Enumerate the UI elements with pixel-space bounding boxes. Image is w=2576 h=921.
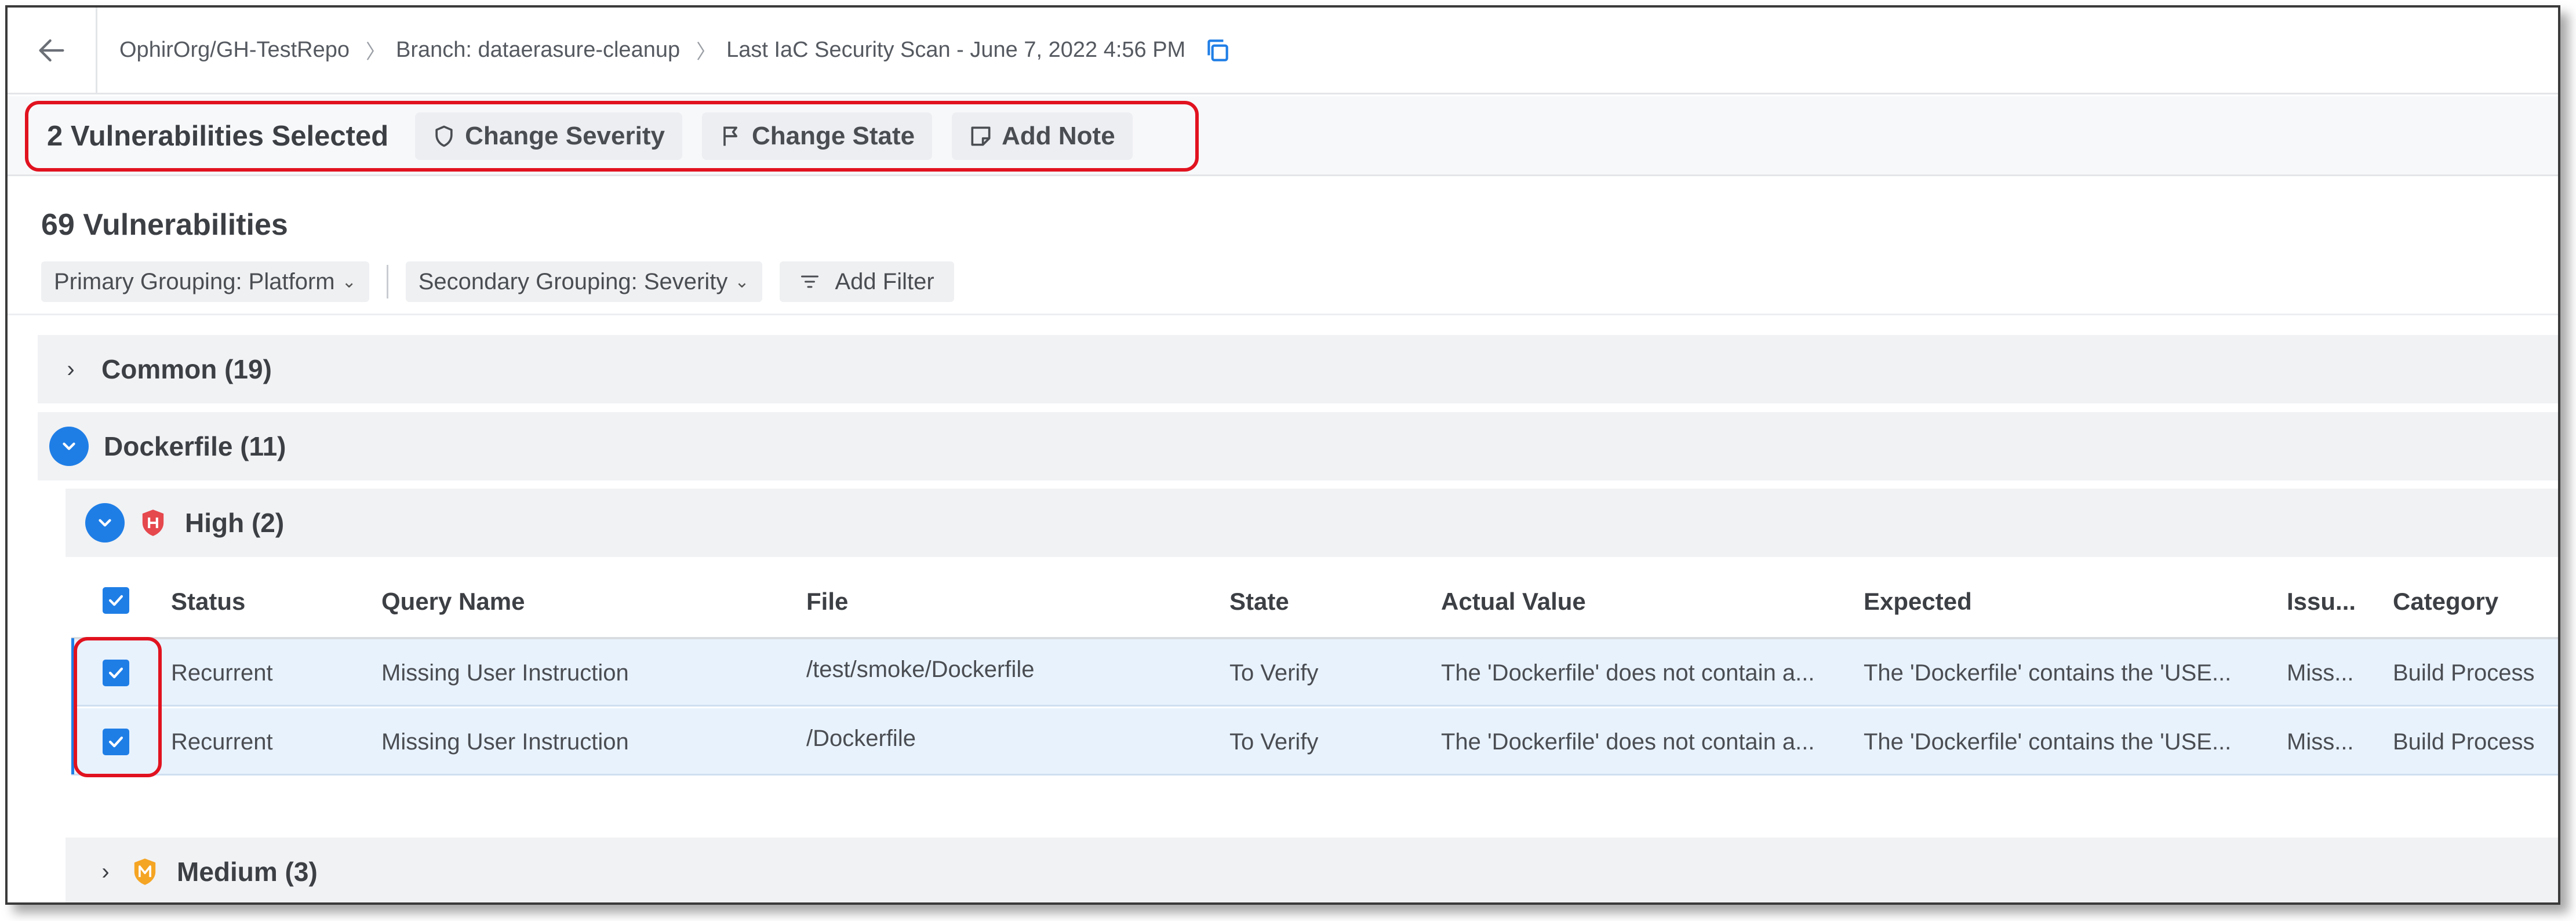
high-severity-icon [142, 509, 164, 536]
group-row-common[interactable]: › Common (19) [38, 335, 2558, 403]
table-row[interactable]: Recurrent Missing User Instruction /test… [71, 639, 2558, 707]
back-button[interactable] [8, 8, 97, 94]
filter-divider [386, 265, 388, 298]
chevron-down-icon [99, 519, 111, 527]
checkbox-highlight [74, 637, 162, 777]
column-header[interactable]: State [1229, 588, 1289, 616]
primary-grouping-label: Primary Grouping: Platform [54, 268, 335, 294]
column-header[interactable]: Issu... [2287, 588, 2356, 616]
filter-bar: Primary Grouping: Platform ⌄ Secondary G… [41, 261, 954, 302]
add-note-label: Add Note [1002, 122, 1115, 150]
change-state-label: Change State [751, 122, 915, 150]
primary-grouping-dropdown[interactable]: Primary Grouping: Platform ⌄ [41, 261, 369, 302]
collapse-button[interactable] [85, 503, 125, 543]
group-label-common: Common (19) [101, 354, 272, 384]
selection-toolbar-highlight: 2 Vulnerabilities Selected Change Severi… [25, 101, 1199, 172]
cell-category: Build Process [2393, 660, 2535, 686]
change-severity-button[interactable]: Change Severity [415, 112, 682, 160]
cell-status: Recurrent [171, 729, 273, 755]
selection-toolbar: 2 Vulnerabilities Selected Change Severi… [8, 96, 2558, 176]
app-window: OphirOrg/GH-TestRepo 〉 Branch: dataerasu… [5, 5, 2560, 905]
cell-file[interactable]: /test/smoke/Dockerfile [806, 639, 1034, 707]
breadcrumb: OphirOrg/GH-TestRepo 〉 Branch: dataerasu… [8, 8, 2558, 94]
group-label-medium: Medium (3) [177, 857, 318, 887]
shield-icon [435, 125, 453, 147]
copy-icon[interactable] [1203, 36, 1232, 65]
chevron-down-icon [63, 442, 75, 450]
cell-issue: Miss... [2287, 729, 2354, 755]
cell-state: To Verify [1229, 660, 1319, 686]
breadcrumb-separator: 〉 [366, 41, 386, 63]
divider [8, 314, 2558, 315]
group-row-medium[interactable]: › Medium (3) [66, 838, 2558, 902]
column-header[interactable]: Status [171, 588, 245, 616]
note-icon [971, 126, 991, 146]
breadcrumb-separator: 〉 [696, 41, 716, 63]
flag-icon [723, 126, 737, 146]
cell-actual-value: The 'Dockerfile' does not contain a... [1441, 660, 1815, 686]
group-label-dockerfile: Dockerfile (11) [104, 431, 286, 461]
chevron-down-icon: ⌄ [341, 272, 356, 292]
select-all-checkbox[interactable] [103, 587, 129, 614]
group-row-dockerfile[interactable]: Dockerfile (11) [38, 412, 2558, 480]
column-header[interactable]: Actual Value [1441, 588, 1586, 616]
cell-expected: The 'Dockerfile' contains the 'USE... [1864, 660, 2232, 686]
cell-query-name: Missing User Instruction [381, 660, 629, 686]
breadcrumb-scan: Last IaC Security Scan - June 7, 2022 4:… [726, 38, 1186, 62]
cell-state: To Verify [1229, 729, 1319, 755]
add-filter-button[interactable]: Add Filter [779, 261, 954, 302]
chevron-down-icon: ⌄ [734, 272, 749, 292]
back-arrow-icon [39, 39, 64, 61]
cell-query-name: Missing User Instruction [381, 729, 629, 755]
column-header[interactable]: File [806, 588, 848, 616]
table-header: Status Query Name File State Actual Valu… [71, 566, 2558, 639]
cell-category: Build Process [2393, 729, 2535, 755]
cell-expected: The 'Dockerfile' contains the 'USE... [1864, 729, 2232, 755]
table-row[interactable]: Recurrent Missing User Instruction /Dock… [71, 708, 2558, 776]
group-label-high: High (2) [185, 508, 285, 538]
filter-icon [801, 275, 818, 288]
cell-file[interactable]: /Dockerfile [806, 708, 916, 776]
secondary-grouping-dropdown[interactable]: Secondary Grouping: Severity ⌄ [405, 261, 762, 302]
chevron-right-icon[interactable]: › [91, 859, 120, 885]
column-header[interactable]: Query Name [381, 588, 525, 616]
column-header[interactable]: Expected [1864, 588, 1972, 616]
cell-actual-value: The 'Dockerfile' does not contain a... [1441, 729, 1815, 755]
cell-issue: Miss... [2287, 660, 2354, 686]
medium-severity-icon [134, 858, 156, 885]
chevron-right-icon[interactable]: › [56, 356, 85, 383]
group-row-high[interactable]: High (2) [66, 489, 2558, 557]
collapse-button[interactable] [49, 427, 89, 466]
vulnerabilities-title: 69 Vulnerabilities [41, 208, 288, 242]
secondary-grouping-label: Secondary Grouping: Severity [418, 268, 728, 294]
breadcrumb-branch[interactable]: Branch: dataerasure-cleanup [396, 38, 680, 63]
change-state-button[interactable]: Change State [701, 112, 933, 160]
breadcrumb-repo[interactable]: OphirOrg/GH-TestRepo [119, 38, 350, 63]
checkbox-checked-icon [108, 595, 123, 606]
cell-status: Recurrent [171, 660, 273, 686]
add-filter-label: Add Filter [835, 268, 934, 294]
column-header[interactable]: Category [2393, 588, 2498, 616]
change-severity-label: Change Severity [465, 122, 665, 150]
add-note-button[interactable]: Add Note [952, 112, 1133, 160]
selected-count: 2 Vulnerabilities Selected [47, 121, 389, 152]
